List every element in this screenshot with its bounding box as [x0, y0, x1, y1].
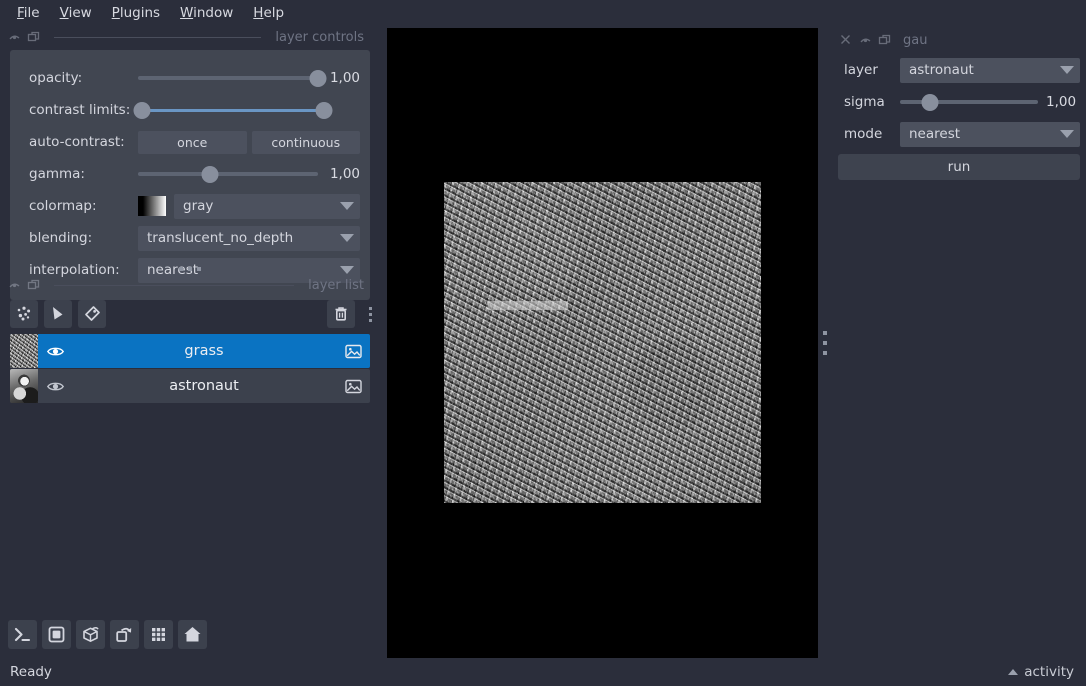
undock-icon[interactable] — [878, 34, 891, 47]
new-shapes-layer-button[interactable] — [44, 300, 72, 328]
menu-file[interactable]: File — [8, 3, 49, 25]
plugin-sigma-control: 1,00 — [900, 86, 1080, 118]
plugin-layer-combobox[interactable]: astronaut — [900, 57, 1080, 83]
contrast-limits-control — [133, 94, 360, 126]
viewer-buttons — [8, 620, 207, 649]
layer-thumbnail — [10, 334, 38, 368]
colormap-value: gray — [183, 198, 214, 214]
plugin-mode-combobox[interactable]: nearest — [900, 121, 1080, 147]
auto-contrast-continuous-button[interactable]: continuous — [251, 130, 360, 154]
plugin-dock-title: gau — [903, 32, 928, 48]
image-layer-icon — [336, 342, 370, 361]
plugin-layer-value: astronaut — [909, 62, 974, 78]
canvas-image-layer — [444, 182, 761, 503]
blending-value: translucent_no_depth — [147, 230, 294, 246]
layer-controls-titlebar: layer controls — [0, 28, 380, 46]
menu-bar: File View Plugins Window Help — [0, 0, 1086, 28]
plugin-dock: gau layer astronaut sigma 1,00 mode near… — [832, 28, 1086, 658]
activity-label: activity — [1024, 664, 1074, 680]
plugin-sigma-label: sigma — [844, 94, 885, 110]
gamma-value: 1,00 — [329, 166, 360, 182]
dock-splitter-handle[interactable] — [0, 262, 380, 276]
plugin-sigma-slider[interactable] — [900, 92, 1038, 112]
undock-icon[interactable] — [27, 279, 40, 292]
layer-list-titlebar: layer list — [0, 276, 380, 294]
plugin-layer-control: astronaut — [900, 54, 1080, 86]
reset-view-button[interactable] — [178, 620, 207, 649]
layer-controls-title: layer controls — [275, 29, 364, 45]
auto-contrast-label: auto-contrast: — [29, 134, 125, 150]
blending-label: blending: — [29, 230, 93, 246]
colormap-label: colormap: — [29, 198, 97, 214]
float-dock-icon[interactable] — [8, 31, 21, 44]
image-layer-icon — [336, 377, 370, 396]
layer-list-region: layer list grass astronaut — [0, 276, 380, 596]
plugin-mode-value: nearest — [909, 126, 961, 142]
layer-list-title: layer list — [308, 277, 364, 293]
status-bar: Ready activity — [0, 658, 1086, 686]
gamma-control: 1,00 — [138, 158, 360, 190]
ndisplay-3d-button[interactable] — [76, 620, 105, 649]
undock-icon[interactable] — [27, 31, 40, 44]
colormap-control: gray — [138, 190, 360, 222]
console-button[interactable] — [8, 620, 37, 649]
roll-dims-button[interactable] — [110, 620, 139, 649]
titlebar-rule — [54, 36, 262, 38]
gamma-label: gamma: — [29, 166, 85, 182]
ndisplay-2d-button[interactable] — [42, 620, 71, 649]
run-button[interactable]: run — [838, 154, 1080, 180]
layer-toolbar-grip[interactable] — [369, 306, 372, 322]
layer-visibility-toggle[interactable] — [38, 342, 72, 361]
opacity-slider[interactable] — [138, 68, 327, 88]
chevron-down-icon — [340, 202, 354, 210]
float-dock-icon[interactable] — [859, 34, 872, 47]
menu-plugins[interactable]: Plugins — [103, 3, 169, 25]
plugin-dock-titlebar: gau — [832, 28, 1086, 52]
layer-visibility-toggle[interactable] — [38, 377, 72, 396]
close-icon[interactable] — [840, 34, 853, 47]
colormap-swatch — [138, 196, 166, 216]
float-dock-icon[interactable] — [8, 279, 21, 292]
plugin-mode-control: nearest — [900, 118, 1080, 150]
layer-name: astronaut — [169, 378, 239, 394]
opacity-value: 1,00 — [329, 70, 360, 86]
menu-help[interactable]: Help — [244, 3, 293, 25]
contrast-limits-slider[interactable] — [133, 100, 333, 120]
plugin-sigma-value: 1,00 — [1046, 94, 1077, 110]
chevron-up-icon — [1008, 669, 1019, 675]
menu-window[interactable]: Window — [171, 3, 242, 25]
canvas-splitter-handle[interactable] — [818, 28, 832, 658]
plugin-layer-label: layer — [844, 62, 878, 78]
opacity-control: 1,00 — [138, 62, 360, 94]
new-points-layer-button[interactable] — [10, 300, 38, 328]
contrast-limits-label: contrast limits: — [29, 102, 131, 118]
layer-thumbnail — [10, 369, 38, 403]
blending-combobox[interactable]: translucent_no_depth — [138, 225, 360, 251]
status-message: Ready — [10, 664, 52, 680]
gamma-slider[interactable] — [138, 164, 318, 184]
list-item[interactable]: astronaut — [10, 369, 370, 403]
opacity-label: opacity: — [29, 70, 83, 86]
auto-contrast-control: once continuous — [138, 126, 360, 158]
chevron-down-icon — [340, 234, 354, 242]
layer-list-toolbar — [0, 294, 380, 334]
layer-name: grass — [184, 343, 224, 359]
plugin-widget-panel: layer astronaut sigma 1,00 mode nearest — [838, 54, 1080, 150]
delete-layer-button[interactable] — [327, 300, 355, 328]
list-item[interactable]: grass — [10, 334, 370, 368]
auto-contrast-once-button[interactable]: once — [138, 130, 247, 154]
chevron-down-icon — [1060, 66, 1074, 74]
colormap-combobox[interactable]: gray — [174, 193, 360, 219]
grid-view-button[interactable] — [144, 620, 173, 649]
blending-control: translucent_no_depth — [138, 222, 360, 254]
chevron-down-icon — [1060, 130, 1074, 138]
titlebar-rule — [54, 284, 295, 286]
new-labels-layer-button[interactable] — [78, 300, 106, 328]
viewer-canvas[interactable] — [387, 28, 818, 658]
activity-toggle[interactable]: activity — [1008, 664, 1074, 680]
menu-view[interactable]: View — [51, 3, 101, 25]
plugin-mode-label: mode — [844, 126, 883, 142]
